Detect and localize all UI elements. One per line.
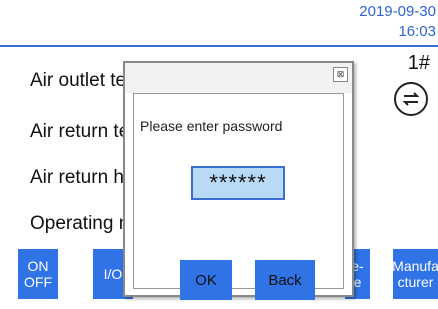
password-input[interactable]: ****** bbox=[191, 166, 285, 200]
close-icon[interactable]: ⊠ bbox=[333, 67, 348, 82]
top-bar: 2019-09-30 16:03 bbox=[0, 0, 438, 47]
param-air-return-temp: Air return te bbox=[30, 121, 130, 142]
back-button[interactable]: Back bbox=[255, 260, 315, 300]
on-off-button[interactable]: ON OFF bbox=[18, 249, 58, 299]
date-text: 2019-09-30 bbox=[359, 3, 436, 20]
dialog-body: Please enter password ****** OK Back bbox=[133, 93, 344, 300]
manufacturer-button[interactable]: Manufa cturer bbox=[392, 249, 438, 299]
back-label: Back bbox=[268, 271, 302, 289]
datetime-display: 2019-09-30 16:03 bbox=[359, 2, 436, 42]
unit-number: 1# bbox=[407, 52, 430, 74]
manufacturer-label: Manufa cturer bbox=[392, 258, 438, 290]
time-text: 16:03 bbox=[398, 23, 436, 40]
password-prompt: Please enter password bbox=[140, 118, 283, 134]
swap-arrows-icon[interactable] bbox=[394, 82, 428, 116]
ok-button[interactable]: OK bbox=[180, 260, 232, 300]
param-operating-mode: Operating n bbox=[30, 213, 130, 234]
io-label: I/O bbox=[103, 266, 123, 282]
ok-label: OK bbox=[195, 271, 217, 289]
password-dialog: ⊠ Please enter password ****** OK Back bbox=[123, 61, 354, 300]
dialog-titlebar: ⊠ bbox=[125, 63, 352, 93]
on-off-label: ON OFF bbox=[24, 258, 52, 290]
param-air-outlet: Air outlet te bbox=[30, 70, 127, 91]
param-air-return-humidity: Air return hu bbox=[30, 167, 135, 188]
